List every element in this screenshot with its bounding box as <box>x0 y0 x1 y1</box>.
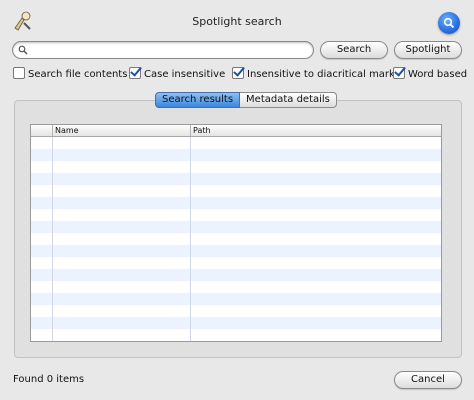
spotlight-button[interactable]: Spotlight <box>394 41 462 59</box>
table-row <box>31 329 441 341</box>
option-label: Case insensitive <box>144 69 226 80</box>
tab-metadata-details[interactable]: Metadata details <box>240 92 337 108</box>
table-row <box>31 197 441 209</box>
table-row <box>31 317 441 329</box>
cancel-button[interactable]: Cancel <box>394 371 462 389</box>
option-label: Search file contents <box>28 69 128 80</box>
option-label: Word based <box>408 69 468 80</box>
tab-search-results[interactable]: Search results <box>155 92 241 108</box>
table-row <box>31 305 441 317</box>
status-text: Found 0 items <box>13 374 85 385</box>
spotlight-search-window: Spotlight search Search Spotlight Search… <box>0 0 474 400</box>
results-tab-bar: Search results Metadata details <box>155 92 337 108</box>
table-row <box>31 161 441 173</box>
option-insensitive-diacritical[interactable]: Insensitive to diacritical marks <box>232 67 400 81</box>
window-title: Spotlight search <box>192 15 282 28</box>
title-bar: Spotlight search <box>0 0 474 42</box>
diacritical-checkbox[interactable] <box>232 67 244 79</box>
option-case-insensitive[interactable]: Case insensitive <box>129 67 225 81</box>
table-row <box>31 245 441 257</box>
search-input-field[interactable] <box>12 41 314 59</box>
table-row <box>31 257 441 269</box>
search-file-contents-checkbox[interactable] <box>13 67 25 79</box>
option-word-based[interactable]: Word based <box>393 67 467 81</box>
table-row <box>31 221 441 233</box>
results-table[interactable]: Name Path <box>30 124 442 342</box>
case-insensitive-checkbox[interactable] <box>129 67 141 79</box>
word-based-checkbox[interactable] <box>393 67 405 79</box>
column-header-name[interactable]: Name <box>53 125 191 136</box>
table-body <box>31 137 441 341</box>
column-divider <box>52 137 53 341</box>
table-row <box>31 233 441 245</box>
table-row <box>31 281 441 293</box>
search-button[interactable]: Search <box>320 41 388 59</box>
column-header-path[interactable]: Path <box>191 125 439 136</box>
table-row <box>31 185 441 197</box>
table-row <box>31 137 441 149</box>
search-icon <box>18 45 28 55</box>
table-header: Name Path <box>31 125 441 137</box>
option-label: Insensitive to diacritical marks <box>247 69 401 80</box>
table-row <box>31 209 441 221</box>
column-header-icon[interactable] <box>31 125 53 136</box>
column-divider <box>190 137 191 341</box>
table-row <box>31 173 441 185</box>
table-row <box>31 293 441 305</box>
option-search-file-contents[interactable]: Search file contents <box>13 67 127 81</box>
spotlight-icon[interactable] <box>438 12 460 34</box>
table-row <box>31 269 441 281</box>
search-input[interactable] <box>31 43 303 56</box>
table-row <box>31 149 441 161</box>
